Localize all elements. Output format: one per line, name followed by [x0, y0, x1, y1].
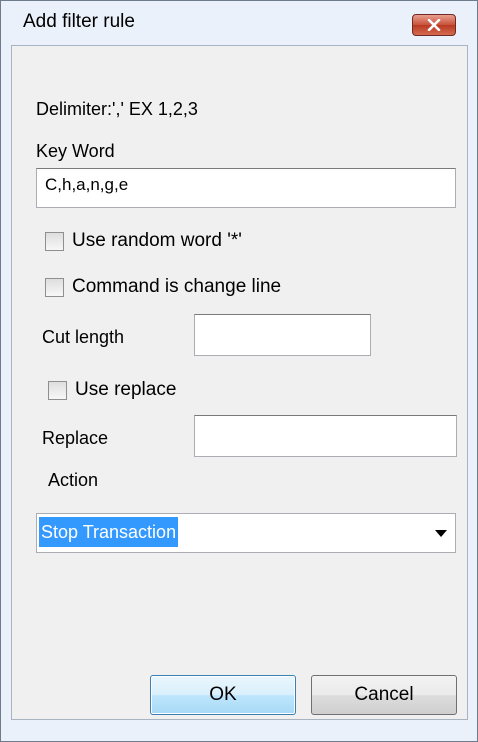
- action-label: Action: [48, 470, 99, 490]
- window-title: Add filter rule: [23, 11, 135, 32]
- keyword-label: Key Word: [36, 141, 115, 161]
- checkbox-box[interactable]: [45, 231, 64, 251]
- use-random-word-checkbox[interactable]: Use random word '*': [45, 230, 242, 252]
- command-change-line-checkbox[interactable]: Command is change line: [45, 276, 281, 298]
- checkbox-box[interactable]: [45, 277, 64, 297]
- replace-label: Replace: [42, 428, 109, 448]
- checkbox-box[interactable]: [48, 380, 67, 400]
- keyword-input[interactable]: C,h,a,n,g,e: [36, 168, 456, 208]
- use-replace-label: Use replace: [75, 379, 177, 400]
- ok-button[interactable]: OK: [150, 675, 296, 715]
- action-selected-value: Stop Transaction: [39, 517, 179, 547]
- delimiter-hint: Delimiter:',' EX 1,2,3: [36, 99, 198, 119]
- use-replace-checkbox[interactable]: Use replace: [48, 379, 176, 401]
- cut-length-label: Cut length: [42, 327, 125, 347]
- chevron-down-icon[interactable]: [435, 530, 447, 537]
- action-dropdown[interactable]: Stop Transaction: [36, 513, 456, 553]
- use-random-word-label: Use random word '*': [72, 230, 242, 251]
- command-change-line-label: Command is change line: [72, 276, 282, 297]
- cancel-button[interactable]: Cancel: [311, 675, 457, 715]
- close-button[interactable]: [412, 14, 456, 36]
- cut-length-input[interactable]: [194, 314, 371, 356]
- replace-input[interactable]: [194, 415, 457, 457]
- title-bar[interactable]: Add filter rule: [1, 1, 477, 39]
- close-x-icon: [427, 19, 441, 31]
